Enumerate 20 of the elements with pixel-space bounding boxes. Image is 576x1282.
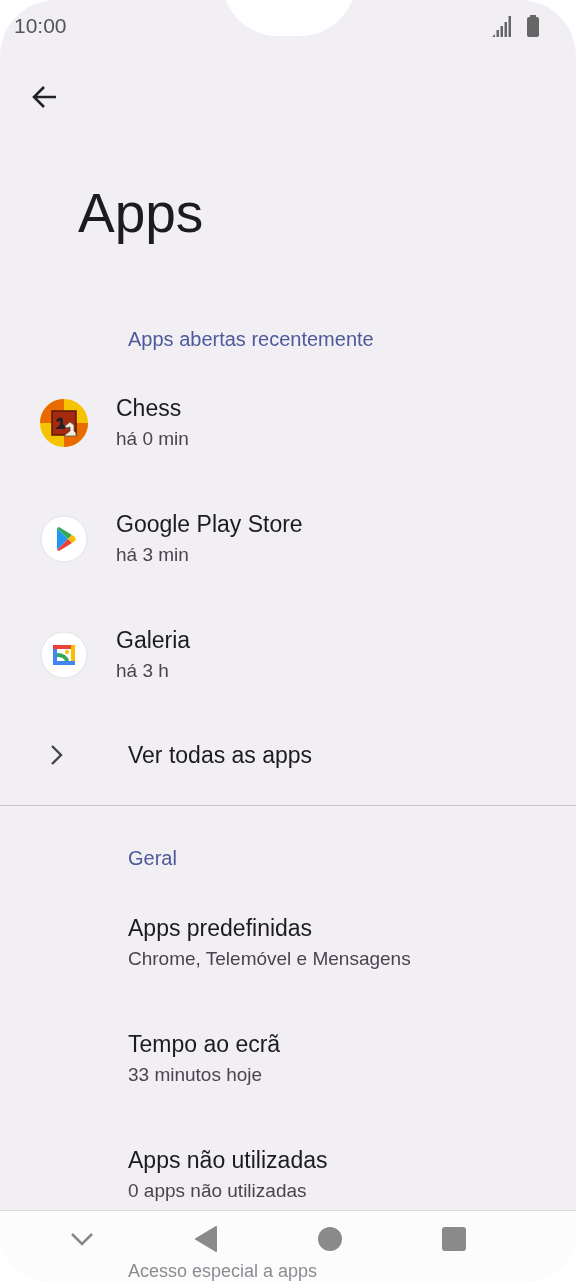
settings-list-item[interactable]: Apps não utilizadas 0 apps não utilizadas	[0, 1143, 576, 1207]
signal-icon	[492, 15, 514, 37]
app-list-item[interactable]: Google Play Store há 3 min	[0, 481, 576, 597]
home-circle-icon[interactable]	[318, 1227, 342, 1251]
see-all-apps-item[interactable]: Ver todas as apps	[0, 725, 576, 785]
section-header: Geral	[128, 846, 178, 871]
page-title: Apps	[78, 181, 205, 245]
settings-list-item[interactable]: Apps predefinidas Chrome, Telemóvel e Mensagens	[0, 911, 576, 975]
back-triangle-icon[interactable]	[194, 1226, 218, 1252]
see-all-label: Ver todas as apps	[128, 741, 313, 769]
app-list-item[interactable]: Galeria há 3 h	[0, 597, 576, 713]
app-list-item[interactable]: Chess há 0 min	[0, 365, 576, 481]
chevron-down-icon[interactable]	[70, 1231, 94, 1247]
battery-icon	[526, 15, 540, 37]
settings-list-item[interactable]: Tempo ao ecrã 33 minutos hoje	[0, 1027, 576, 1091]
chevron-right-icon	[50, 744, 64, 766]
section-header: Apps abertas recentemente	[128, 327, 375, 352]
chess-knight-icon	[40, 399, 88, 447]
gallery-picture-icon	[40, 631, 88, 679]
clock: 10:00	[14, 14, 67, 38]
